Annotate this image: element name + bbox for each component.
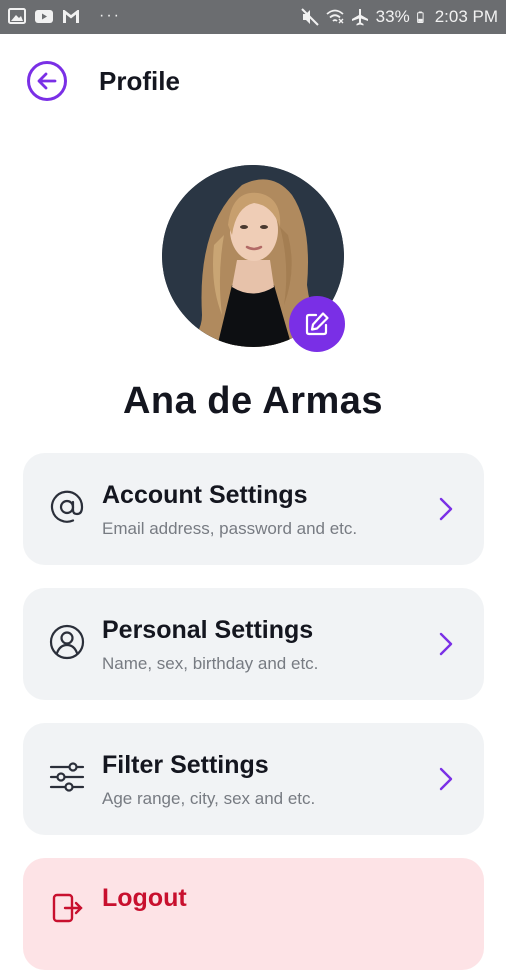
card-subtitle: Email address, password and etc. bbox=[102, 519, 358, 538]
filter-settings-card[interactable]: Filter Settings Age range, city, sex and… bbox=[23, 723, 484, 835]
mute-icon bbox=[300, 8, 319, 26]
more-notifications: ··· bbox=[99, 7, 121, 24]
page-title: Profile bbox=[99, 66, 180, 96]
pencil-icon bbox=[305, 312, 329, 336]
card-title: Filter Settings bbox=[102, 751, 269, 779]
logout-icon bbox=[52, 893, 83, 923]
at-icon bbox=[50, 490, 84, 523]
logout-button[interactable]: Logout bbox=[23, 858, 484, 970]
gmail-icon bbox=[63, 10, 79, 23]
battery-percent: 33% bbox=[375, 7, 410, 26]
card-subtitle: Name, sex, birthday and etc. bbox=[102, 654, 319, 673]
chevron-right-icon bbox=[439, 497, 453, 521]
battery-icon bbox=[416, 11, 424, 23]
sliders-icon bbox=[49, 762, 85, 792]
back-button[interactable] bbox=[27, 61, 67, 101]
user-name: Ana de Armas bbox=[122, 380, 384, 422]
image-icon bbox=[8, 8, 26, 24]
card-subtitle: Age range, city, sex and etc. bbox=[102, 789, 316, 808]
account-settings-card[interactable]: Account Settings Email address, password… bbox=[23, 453, 484, 565]
user-circle-icon bbox=[49, 624, 85, 660]
card-title: Personal Settings bbox=[102, 616, 314, 644]
logout-label: Logout bbox=[102, 884, 187, 912]
status-bar: ··· 33% 2:03 PM bbox=[0, 0, 506, 34]
youtube-icon bbox=[35, 10, 53, 23]
airplane-icon bbox=[351, 9, 368, 26]
wifi-icon bbox=[326, 9, 344, 24]
chevron-right-icon bbox=[439, 767, 453, 791]
personal-settings-card[interactable]: Personal Settings Name, sex, birthday an… bbox=[23, 588, 484, 700]
chevron-right-icon bbox=[439, 632, 453, 656]
arrow-left-icon bbox=[37, 72, 57, 90]
card-title: Account Settings bbox=[102, 481, 308, 509]
clock: 2:03 PM bbox=[434, 7, 498, 26]
edit-photo-button[interactable] bbox=[289, 296, 345, 352]
